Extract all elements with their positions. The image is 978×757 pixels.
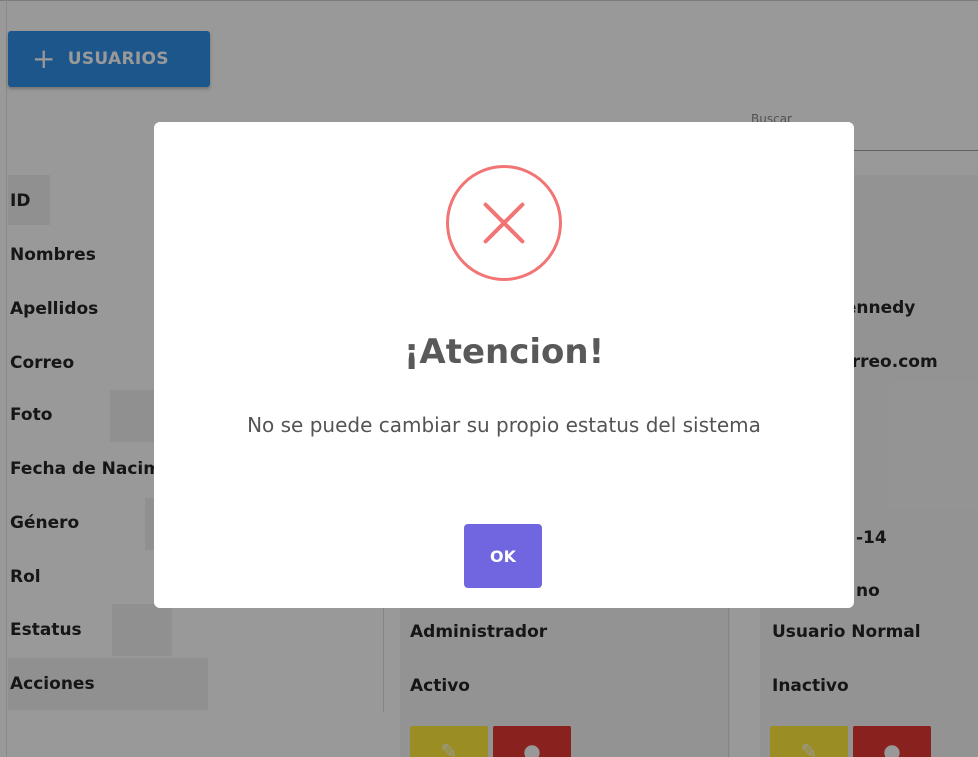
ok-button[interactable]: OK	[464, 524, 542, 588]
modal-message: No se puede cambiar su propio estatus de…	[247, 413, 761, 437]
alert-modal: ¡Atencion! No se puede cambiar su propio…	[154, 122, 854, 608]
modal-title: ¡Atencion!	[403, 332, 605, 372]
error-x-icon	[446, 165, 562, 281]
